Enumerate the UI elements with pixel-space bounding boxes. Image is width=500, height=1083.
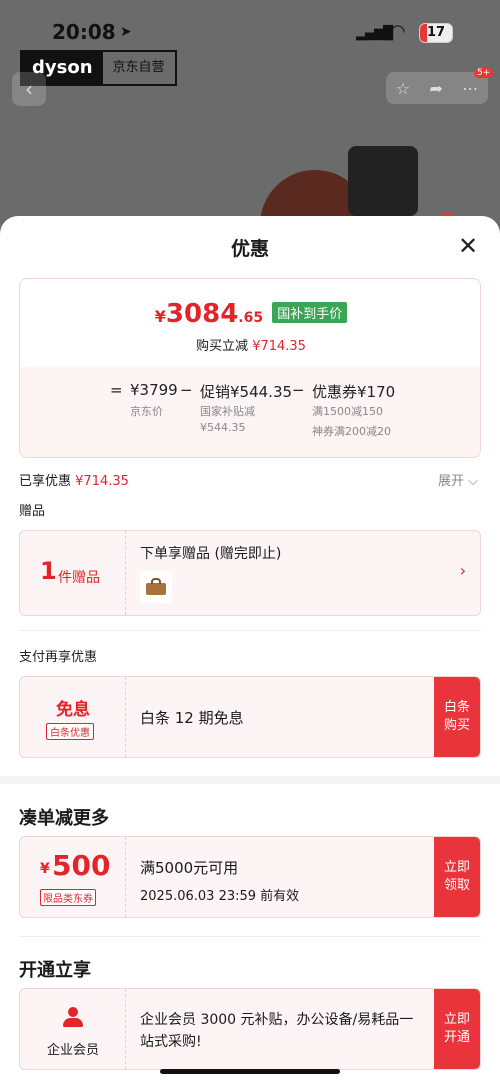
final-price: ¥3084.65 国补到手价 bbox=[20, 299, 480, 329]
open-section-title: 开通立享 bbox=[19, 960, 91, 981]
price-breakdown: ¥3084.65 国补到手价 购买立减 ¥714.35 = ¥3799 京东价 … bbox=[19, 278, 481, 458]
star-icon[interactable]: ☆ bbox=[396, 79, 410, 98]
more-icon[interactable]: ⋯ bbox=[462, 79, 478, 98]
coupon-card[interactable]: ¥ 500 限品类东券 满5000元可用 2025.06.03 23:59 前有… bbox=[19, 836, 481, 918]
gift-section-label: 赠品 bbox=[19, 504, 46, 519]
more-section-title: 凑单减更多 bbox=[19, 808, 109, 829]
wifi-icon: ◠ bbox=[390, 21, 406, 42]
interest-free-title: 免息 bbox=[56, 700, 90, 720]
home-indicator bbox=[160, 1069, 340, 1074]
gift-title: 下单享赠品 (赠完即止) bbox=[140, 546, 282, 562]
brand-tag: 京东自营 bbox=[102, 52, 175, 84]
baitiao-card[interactable]: 免息 白条优惠 白条 12 期免息 白条购买 bbox=[19, 676, 481, 758]
discount-sheet: 优惠 ✕ ¥3084.65 国补到手价 购买立减 ¥714.35 = ¥3799… bbox=[0, 216, 500, 1083]
baitiao-buy-button[interactable]: 白条购买 bbox=[434, 677, 480, 757]
status-time: 20:08 bbox=[52, 20, 116, 44]
open-membership-button[interactable]: 立即开通 bbox=[434, 989, 480, 1069]
instant-discount: 购买立减 ¥714.35 bbox=[196, 339, 306, 354]
coupon-tag: 限品类东券 bbox=[40, 889, 96, 906]
pay-section-label: 支付再享优惠 bbox=[19, 650, 98, 665]
promo-amount: 促销¥544.35 bbox=[200, 383, 293, 401]
chevron-right-icon: › bbox=[459, 561, 466, 580]
close-icon[interactable]: ✕ bbox=[456, 232, 480, 260]
location-icon: ➤ bbox=[120, 24, 132, 40]
enterprise-label: 企业会员 bbox=[46, 1043, 99, 1058]
claim-coupon-button[interactable]: 立即领取 bbox=[434, 837, 480, 917]
gift-count-unit: 件赠品 bbox=[58, 570, 100, 586]
sheet-title: 优惠 bbox=[230, 238, 269, 260]
message-badge: 5+ bbox=[474, 68, 494, 78]
coupon-title: 满5000元可用 bbox=[140, 859, 239, 877]
user-icon bbox=[63, 1007, 83, 1027]
top-actions: ☆ ➦ ⋯ bbox=[386, 72, 488, 104]
signal-icon: ▂▄▆█ bbox=[356, 26, 393, 41]
base-price: ¥3799 bbox=[130, 381, 178, 399]
gift-count: 1 bbox=[40, 557, 57, 585]
back-button[interactable]: ‹ bbox=[12, 72, 46, 106]
coupon-validity: 2025.06.03 23:59 前有效 bbox=[140, 889, 300, 904]
enterprise-text: 企业会员 3000 元补贴，办公设备/易耗品一站式采购! bbox=[140, 1012, 414, 1050]
saved-total: 已享优惠 ¥714.35 bbox=[19, 474, 129, 489]
baitiao-text: 白条 12 期免息 bbox=[140, 709, 244, 727]
gift-thumbnail bbox=[140, 571, 172, 603]
baitiao-tag: 白条优惠 bbox=[46, 723, 94, 740]
battery-icon: 17 bbox=[419, 23, 453, 43]
chevron-left-icon: ‹ bbox=[25, 77, 33, 101]
expand-toggle[interactable]: 展开 ⌵ bbox=[438, 470, 478, 489]
coupon-value: 500 bbox=[52, 849, 111, 882]
coupon-amount: 优惠券¥170 bbox=[312, 383, 396, 401]
share-icon[interactable]: ➦ bbox=[429, 79, 442, 98]
price-tag: 国补到手价 bbox=[272, 302, 348, 323]
gift-card[interactable]: 1 件赠品 下单享赠品 (赠完即止) › bbox=[19, 530, 481, 616]
enterprise-card[interactable]: 企业会员 企业会员 3000 元补贴，办公设备/易耗品一站式采购! 立即开通 bbox=[19, 988, 481, 1070]
